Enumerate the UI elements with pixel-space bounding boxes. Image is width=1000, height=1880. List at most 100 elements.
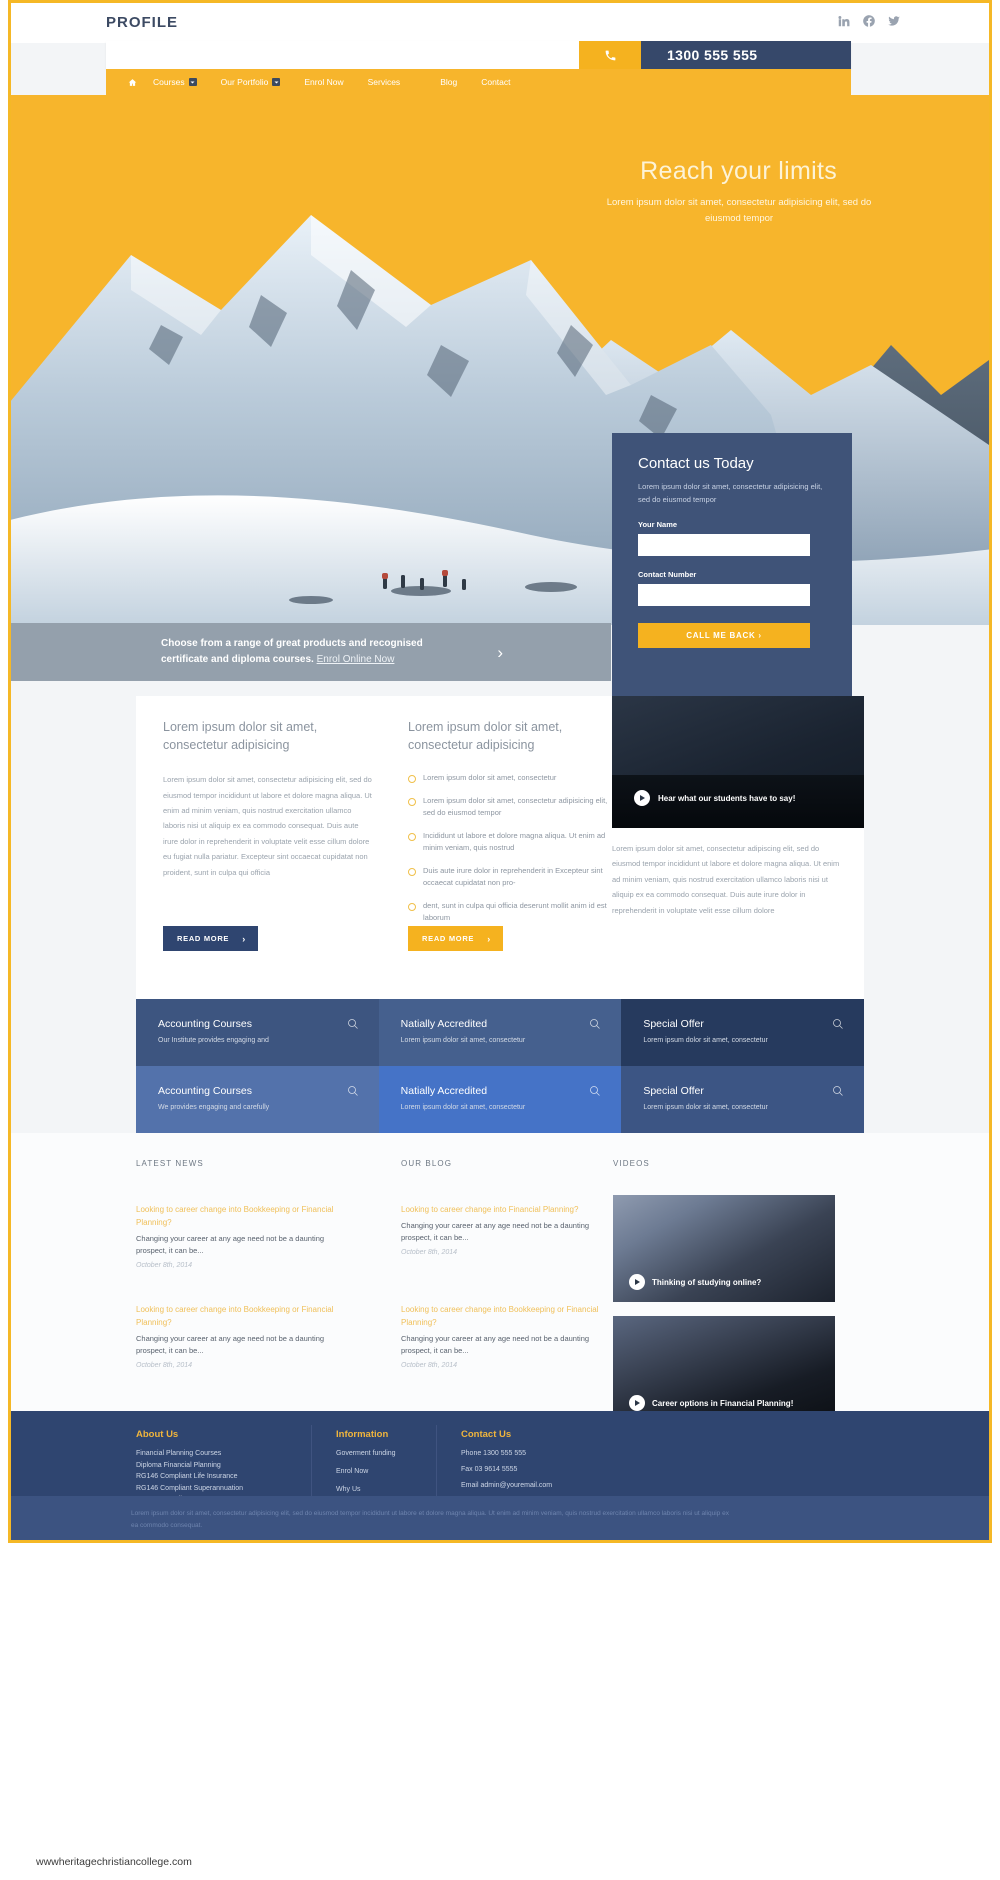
post-title[interactable]: Looking to career change into Bookkeepin…	[136, 1303, 336, 1329]
header-phone[interactable]: 1300 555 555	[641, 41, 851, 69]
nav-item-enrol-now[interactable]: Enrol Now	[304, 77, 343, 87]
news-post-1[interactable]: Looking to career change into Bookkeepin…	[136, 1203, 336, 1269]
footer-link[interactable]: RG146 Compliant Superannuation	[136, 1485, 336, 1492]
cta-arrow-icon[interactable]: ›	[497, 643, 503, 663]
list-item: Lorem ipsum dolor sit amet, consectetur	[408, 772, 613, 784]
tile-subtitle: Lorem ipsum dolor sit amet, consectetur	[643, 1104, 768, 1111]
nav-item-courses[interactable]: Courses	[153, 77, 197, 87]
videos-heading: VIDEOS	[613, 1159, 650, 1168]
footer-link[interactable]: Financial Planning Courses	[136, 1450, 336, 1457]
our-blog-heading: OUR BLOG	[401, 1159, 453, 1168]
brand-logo[interactable]: PROFILE	[106, 14, 178, 31]
content-column-middle: Lorem ipsum dolor sit amet, consectetur …	[408, 718, 613, 935]
footer-link[interactable]: Why Us	[336, 1486, 431, 1493]
tile-subtitle: We provides engaging and carefully	[158, 1104, 270, 1111]
video-play-row[interactable]: Thinking of studying online?	[629, 1274, 761, 1290]
contact-number-input[interactable]	[638, 584, 810, 607]
contact-form-title: Contact us Today	[638, 455, 754, 472]
your-name-input[interactable]	[638, 534, 810, 557]
search-icon[interactable]	[832, 1017, 844, 1029]
footer-link[interactable]: Goverment funding	[336, 1450, 431, 1457]
column-a-body: Lorem ipsum dolor sit amet, consectetur …	[163, 775, 372, 877]
post-title[interactable]: Looking to career change into Financial …	[401, 1203, 601, 1216]
read-more-label: READ MORE	[422, 934, 475, 943]
video-thumbnail-1[interactable]: Thinking of studying online?	[613, 1195, 835, 1302]
tile-subtitle: Lorem ipsum dolor sit amet, consectetur	[400, 1037, 526, 1044]
search-icon[interactable]	[832, 1084, 844, 1096]
footer-heading: Information	[336, 1429, 389, 1440]
post-excerpt: Changing your career at any age need not…	[401, 1334, 590, 1356]
contact-form-panel: Contact us Today Lorem ipsum dolor sit a…	[612, 433, 852, 696]
tile-natially-accredited-1[interactable]: Natially Accredited Lorem ipsum dolor si…	[378, 999, 622, 1066]
read-more-button-left[interactable]: READ MORE ›	[163, 926, 258, 951]
search-icon[interactable]	[589, 1017, 601, 1029]
video-label: Thinking of studying online?	[652, 1277, 762, 1287]
home-icon[interactable]	[128, 78, 137, 87]
video-play-row[interactable]: Hear what our students have to say!	[634, 790, 795, 806]
top-bar: PROFILE	[11, 3, 989, 43]
phone-icon-button[interactable]	[579, 41, 641, 69]
tile-title: Natially Accredited	[400, 1018, 488, 1030]
enrol-online-link[interactable]: Enrol Online Now	[317, 654, 395, 665]
tile-subtitle: Our Institute provides engaging and	[158, 1037, 269, 1044]
facebook-icon[interactable]	[862, 14, 876, 28]
footer-link[interactable]: Diploma Financial Planning	[136, 1462, 336, 1469]
tile-title: Special Offer	[643, 1085, 704, 1097]
twitter-icon[interactable]	[887, 14, 901, 28]
tile-special-offer-1[interactable]: Special Offer Lorem ipsum dolor sit amet…	[621, 999, 864, 1066]
search-icon[interactable]	[589, 1084, 601, 1096]
list-item: Incididunt ut labore et dolore magna ali…	[408, 830, 613, 854]
student-video-promo[interactable]: Hear what our students have to say!	[612, 696, 864, 828]
play-icon[interactable]	[629, 1274, 645, 1290]
video-side-text: Lorem ipsum dolor sit amet, consectetur …	[612, 844, 840, 915]
read-more-button-middle[interactable]: READ MORE ›	[408, 926, 503, 951]
news-post-2[interactable]: Looking to career change into Bookkeepin…	[136, 1303, 336, 1369]
hero-subtitle: Lorem ipsum dolor sit amet, consectetur …	[606, 197, 872, 224]
post-date: October 8th, 2014	[136, 1362, 193, 1370]
tile-special-offer-2[interactable]: Special Offer Lorem ipsum dolor sit amet…	[621, 1066, 864, 1133]
post-date: October 8th, 2014	[136, 1262, 193, 1270]
nav-item-our-portfolio[interactable]: Our Portfolio	[221, 77, 281, 87]
list-item: Duis aute irure dolor in reprehenderit i…	[408, 865, 613, 889]
feature-tiles: Accounting Courses Our Institute provide…	[136, 999, 864, 1133]
footer-link[interactable]: Enrol Now	[336, 1468, 431, 1475]
tile-accounting-courses-2[interactable]: Accounting Courses We provides engaging …	[136, 1066, 379, 1133]
linkedin-icon[interactable]	[837, 14, 851, 28]
social-links	[837, 14, 901, 28]
tile-subtitle: Lorem ipsum dolor sit amet, consectetur	[643, 1037, 768, 1044]
post-title[interactable]: Looking to career change into Bookkeepin…	[136, 1203, 336, 1229]
phone-icon	[605, 50, 615, 60]
play-icon[interactable]	[634, 790, 650, 806]
video-thumbnail-2[interactable]: Career options in Financial Planning!	[613, 1316, 835, 1423]
play-icon[interactable]	[629, 1395, 645, 1411]
search-icon[interactable]	[347, 1017, 359, 1029]
nav-item-services[interactable]: Services	[368, 77, 401, 87]
cta-band[interactable]: Choose from a range of great products an…	[11, 623, 611, 681]
tile-accounting-courses-1[interactable]: Accounting Courses Our Institute provide…	[136, 999, 379, 1066]
tile-natially-accredited-2[interactable]: Natially Accredited Lorem ipsum dolor si…	[378, 1066, 622, 1133]
legal-text: Lorem ipsum dolor sit amet, consectetur …	[131, 1510, 729, 1529]
your-name-label: Your Name	[638, 520, 678, 530]
post-excerpt: Changing your career at any age need not…	[136, 1334, 325, 1356]
column-a-heading: Lorem ipsum dolor sit amet, consectetur …	[163, 720, 318, 753]
video-label: Career options in Financial Planning!	[652, 1398, 794, 1408]
nav-item-contact[interactable]: Contact	[481, 77, 510, 87]
footer-heading: About Us	[136, 1429, 179, 1440]
tile-title: Accounting Courses	[158, 1018, 252, 1030]
post-title[interactable]: Looking to career change into Bookkeepin…	[401, 1303, 601, 1329]
tile-title: Special Offer	[643, 1018, 704, 1030]
call-me-back-button[interactable]: CALL ME BACK ›	[638, 623, 810, 649]
legal-strip: Lorem ipsum dolor sit amet, consectetur …	[11, 1496, 989, 1540]
column-b-heading: Lorem ipsum dolor sit amet, consectetur …	[408, 720, 563, 753]
post-excerpt: Changing your career at any age need not…	[401, 1221, 590, 1243]
blog-post-1[interactable]: Looking to career change into Financial …	[401, 1203, 601, 1256]
chevron-down-icon[interactable]	[272, 78, 281, 86]
footer-email[interactable]: Email admin@youremail.com	[461, 1482, 651, 1489]
blog-post-2[interactable]: Looking to career change into Bookkeepin…	[401, 1303, 601, 1369]
video-play-row[interactable]: Career options in Financial Planning!	[629, 1395, 793, 1411]
footer-link[interactable]: RG146 Compliant Life Insurance	[136, 1473, 336, 1480]
chevron-right-icon: ›	[487, 933, 491, 944]
chevron-down-icon[interactable]	[188, 78, 197, 86]
nav-item-blog[interactable]: Blog	[440, 77, 457, 87]
search-icon[interactable]	[347, 1084, 359, 1096]
